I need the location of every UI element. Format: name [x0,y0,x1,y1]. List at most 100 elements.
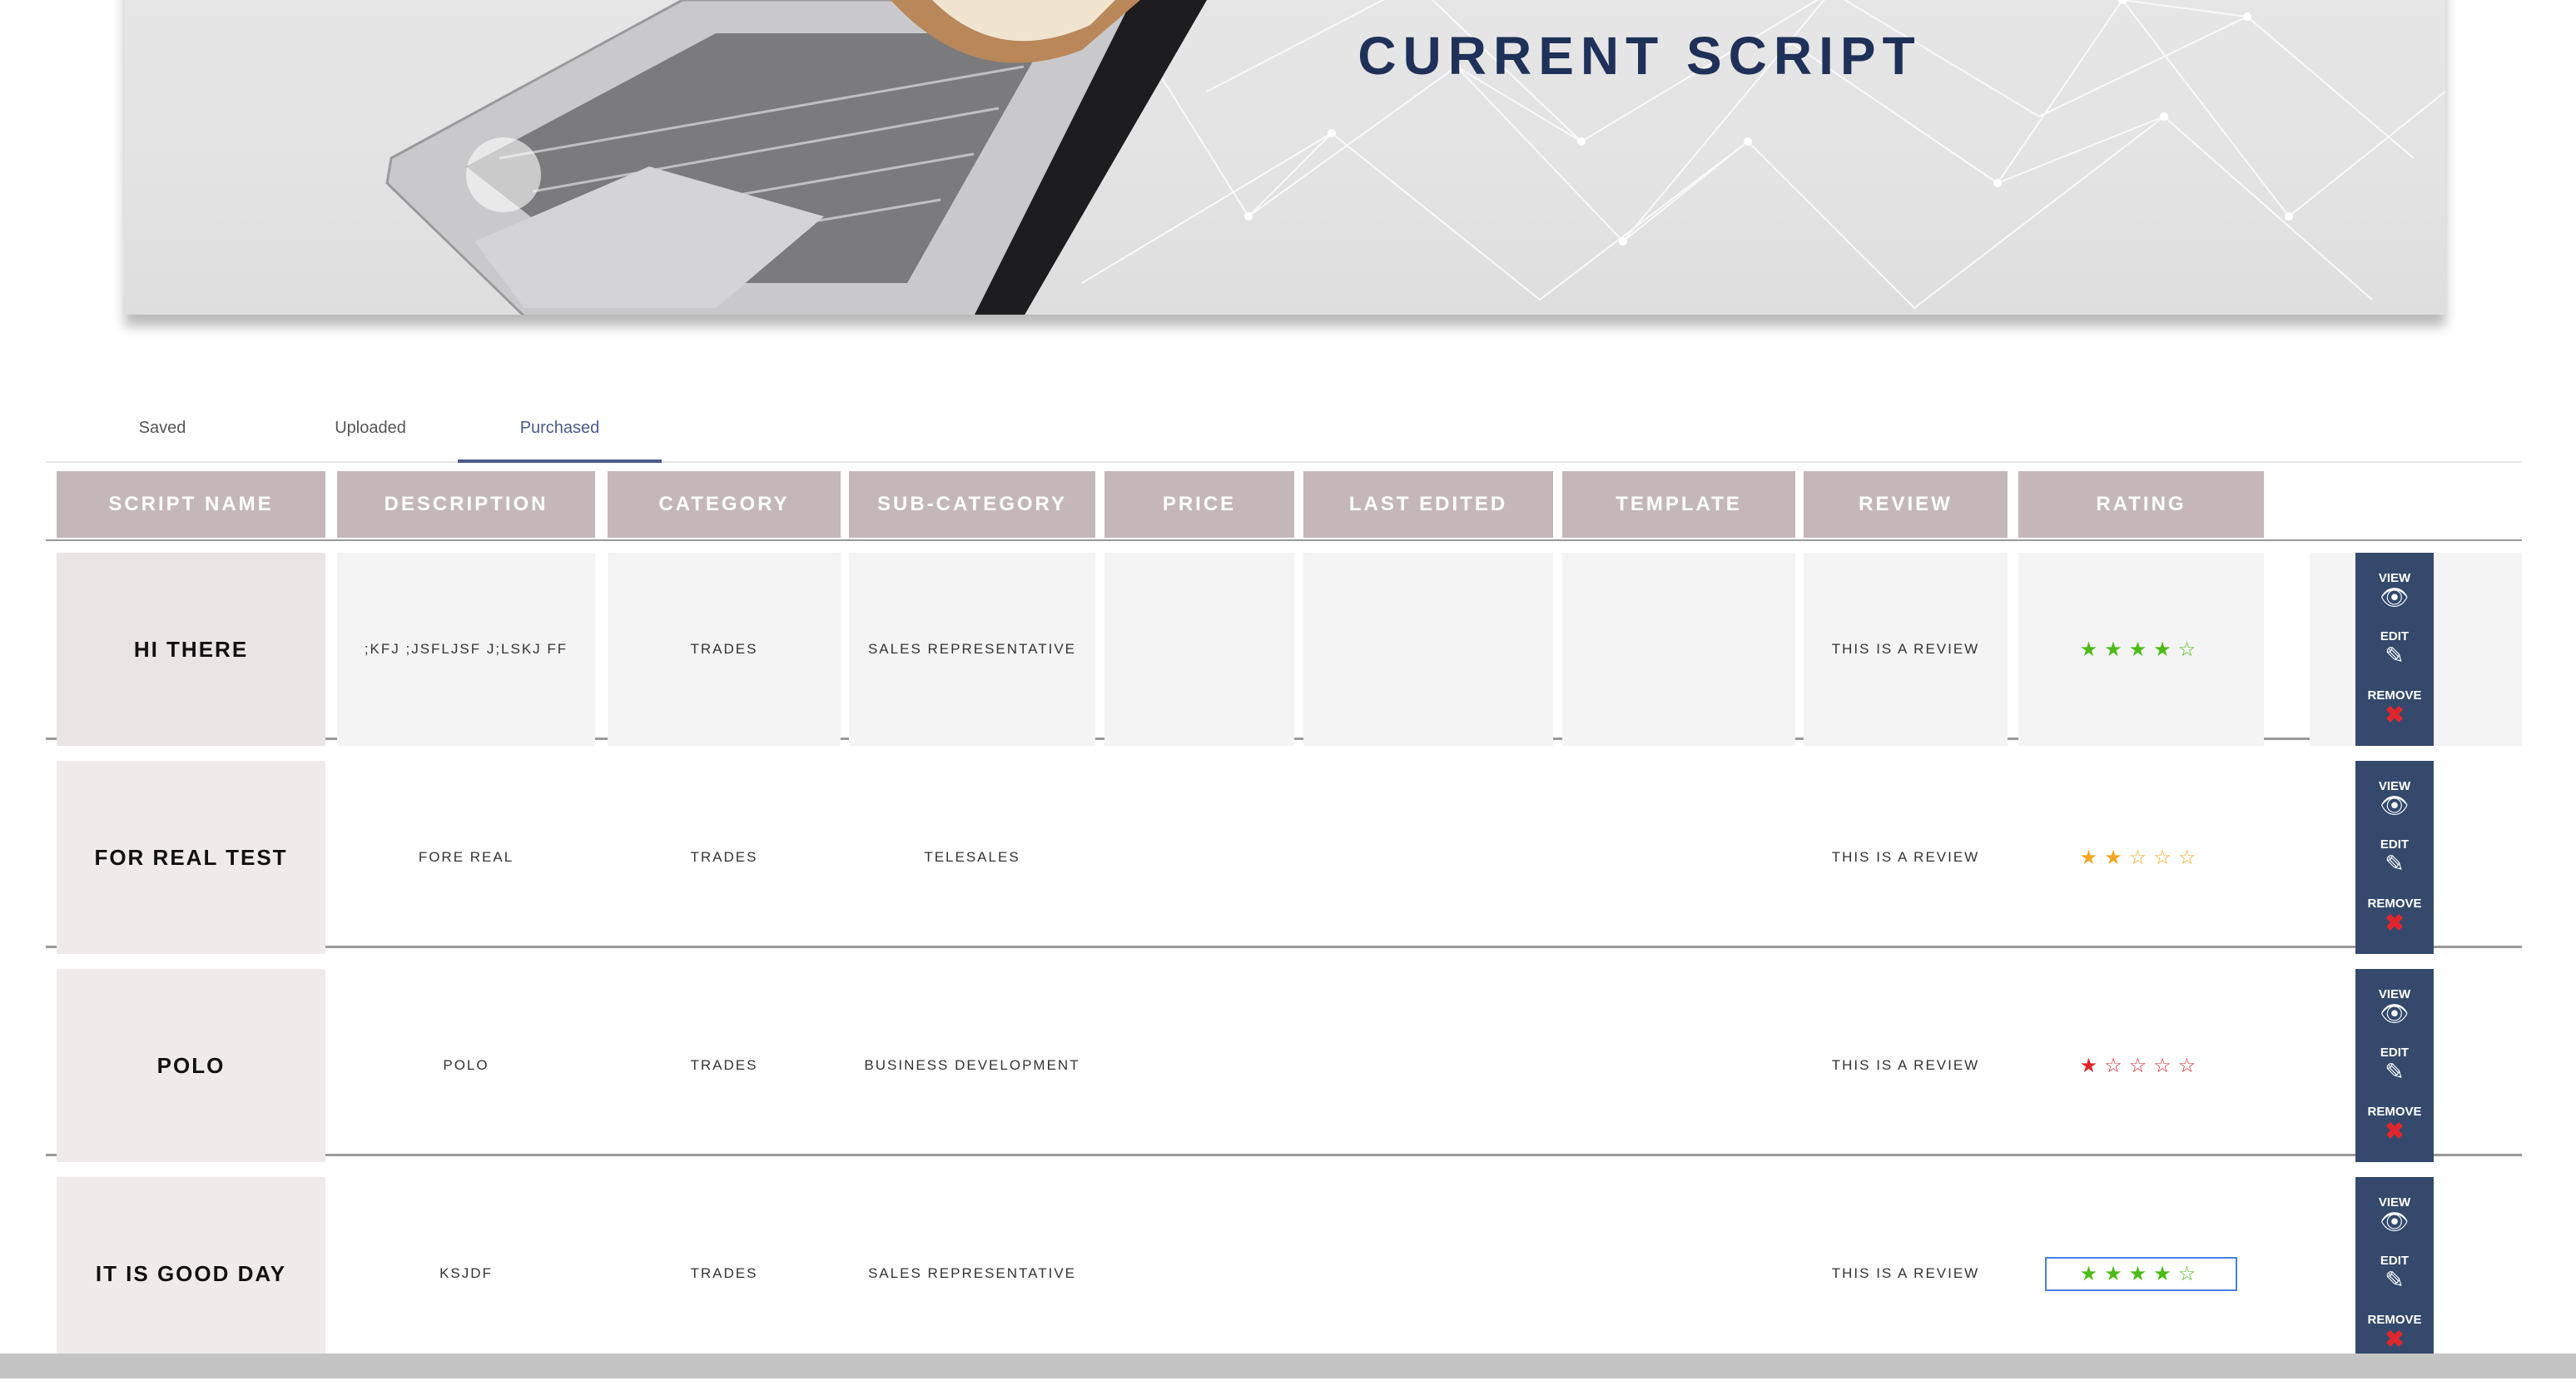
star-rating[interactable]: ★★★★☆ [2044,1256,2238,1291]
close-icon[interactable]: ✖ [2385,703,2404,728]
row-actions: VIEW 👁 EDIT ✎ REMOVE ✖ [2355,1177,2434,1370]
description-cell: FORE REAL [337,761,595,954]
banner: CURRENT SCRIPT [125,0,2445,315]
description-cell: KSJDF [337,1177,595,1370]
script-name-cell: POLO [57,969,325,1162]
view-button[interactable]: VIEW 👁 [2379,1195,2410,1234]
column-header-rating[interactable]: RATING [2018,471,2264,538]
star-empty-icon[interactable]: ☆ [2129,847,2154,869]
script-name-cell-text: FOR REAL TEST [94,844,288,870]
star-filled-icon[interactable]: ★ [2153,1263,2178,1285]
close-icon[interactable]: ✖ [2385,1327,2404,1352]
view-button[interactable]: VIEW 👁 [2379,571,2410,610]
star-empty-icon[interactable]: ☆ [2178,638,2203,661]
script-name-cell-text: HI THERE [133,636,249,662]
star-filled-icon[interactable]: ★ [2080,847,2105,869]
price-cell [1104,969,1294,1162]
eye-icon[interactable]: 👁 [2380,792,2410,818]
star-empty-icon[interactable]: ☆ [2153,847,2178,869]
description-cell-text: FORE REAL [418,849,514,865]
price-cell [1104,553,1294,746]
eye-icon[interactable]: 👁 [2380,1209,2410,1234]
star-empty-icon[interactable]: ☆ [2104,1055,2129,1077]
edit-icon[interactable]: ✎ [2385,1268,2404,1293]
remove-button[interactable]: REMOVE ✖ [2367,1105,2421,1144]
review-cell: THIS IS A REVIEW [1804,553,2008,746]
review-cell-text: THIS IS A REVIEW [1831,1265,1980,1281]
edit-icon[interactable]: ✎ [2385,643,2404,668]
column-header-category[interactable]: CATEGORY [608,471,841,538]
review-cell: THIS IS A REVIEW [1804,1177,2008,1370]
star-rating[interactable]: ★★★★☆ [2080,638,2203,662]
category-cell: TRADES [608,761,841,954]
star-filled-icon[interactable]: ★ [2080,1055,2105,1077]
star-empty-icon[interactable]: ☆ [2178,847,2203,869]
star-empty-icon[interactable]: ☆ [2178,1055,2203,1077]
table-row[interactable]: POLO POLO TRADES BUSINESS DEVELOPMENT THIS I… [46,957,2522,1162]
sub-category-cell: SALES REPRESENTATIVE [849,1177,1095,1370]
column-header-review[interactable]: REVIEW [1804,471,2008,538]
star-filled-icon[interactable]: ★ [2080,1263,2105,1285]
view-button[interactable]: VIEW 👁 [2379,779,2410,818]
eye-icon[interactable]: 👁 [2380,584,2410,610]
star-filled-icon[interactable]: ★ [2153,638,2178,661]
star-filled-icon[interactable]: ★ [2080,638,2105,661]
tab-saved[interactable]: Saved [79,398,246,460]
close-icon[interactable]: ✖ [2385,1119,2404,1144]
edit-button[interactable]: EDIT ✎ [2380,1254,2409,1293]
view-button[interactable]: VIEW 👁 [2379,987,2410,1026]
template-cell [1562,1177,1795,1370]
view-button-label: VIEW [2378,570,2411,585]
star-empty-icon[interactable]: ☆ [2129,1055,2154,1077]
remove-button[interactable]: REMOVE ✖ [2367,1313,2421,1352]
star-filled-icon[interactable]: ★ [2129,638,2154,661]
star-empty-icon[interactable]: ☆ [2178,1263,2203,1285]
remove-button-label: REMOVE [2367,688,2422,703]
column-header-script-name[interactable]: SCRIPT NAME [57,471,325,538]
category-cell: TRADES [608,553,841,746]
category-cell-text: TRADES [690,849,758,865]
table-row[interactable]: FOR REAL TEST FORE REAL TRADES TELESALES THI… [46,749,2522,954]
star-rating[interactable]: ★☆☆☆☆ [2080,1054,2203,1078]
description-cell: ;KFJ ;JSFLJSF J;LSKJ FF [337,553,595,746]
column-header-sub-category[interactable]: SUB-CATEGORY [849,471,1095,538]
sub-category-cell-text: TELESALES [924,849,1020,865]
edit-button[interactable]: EDIT ✎ [2380,629,2409,668]
sub-category-cell: TELESALES [849,761,1095,954]
star-filled-icon[interactable]: ★ [2104,847,2129,869]
banner-title: CURRENT SCRIPT [1357,26,1922,86]
column-header-last-edited[interactable]: LAST EDITED [1303,471,1553,538]
edit-icon[interactable]: ✎ [2385,1060,2404,1085]
edit-icon[interactable]: ✎ [2385,852,2404,877]
star-filled-icon[interactable]: ★ [2104,638,2129,661]
price-cell [1104,1177,1294,1370]
star-filled-icon[interactable]: ★ [2129,1263,2154,1285]
tab-uploaded[interactable]: Uploaded [275,398,466,460]
table-row[interactable]: HI THERE ;KFJ ;JSFLJSF J;LSKJ FF TRADES SAL… [46,541,2522,746]
edit-button[interactable]: EDIT ✎ [2380,1046,2409,1085]
column-header-price[interactable]: PRICE [1104,471,1294,538]
close-icon[interactable]: ✖ [2385,911,2404,936]
horizontal-scrollbar[interactable] [0,1354,2576,1379]
star-empty-icon[interactable]: ☆ [2153,1055,2178,1077]
column-header-template[interactable]: TEMPLATE [1562,471,1795,538]
review-cell: THIS IS A REVIEW [1804,761,2008,954]
edit-button[interactable]: EDIT ✎ [2380,837,2409,877]
rating-cell: ★☆☆☆☆ [2018,969,2264,1162]
star-filled-icon[interactable]: ★ [2104,1263,2129,1285]
table-row[interactable]: IT IS GOOD DAY KSJDF TRADES SALES REPRESENT… [46,1165,2522,1370]
column-header-description[interactable]: DESCRIPTION [337,471,595,538]
last-edited-cell [1303,761,1553,954]
remove-button[interactable]: REMOVE ✖ [2367,897,2421,936]
remove-button[interactable]: REMOVE ✖ [2367,688,2421,728]
template-cell [1562,553,1795,746]
sub-category-cell-text: SALES REPRESENTATIVE [867,1265,1077,1281]
eye-icon[interactable]: 👁 [2380,1001,2410,1026]
tab-purchased[interactable]: Purchased [458,398,662,463]
rating-cell: ★★★★☆ [2018,1177,2264,1370]
star-rating[interactable]: ★★☆☆☆ [2080,846,2203,870]
template-cell [1562,969,1795,1162]
review-cell-text: THIS IS A REVIEW [1831,641,1980,657]
description-cell: POLO [337,969,595,1162]
category-cell-text: TRADES [690,1265,758,1281]
